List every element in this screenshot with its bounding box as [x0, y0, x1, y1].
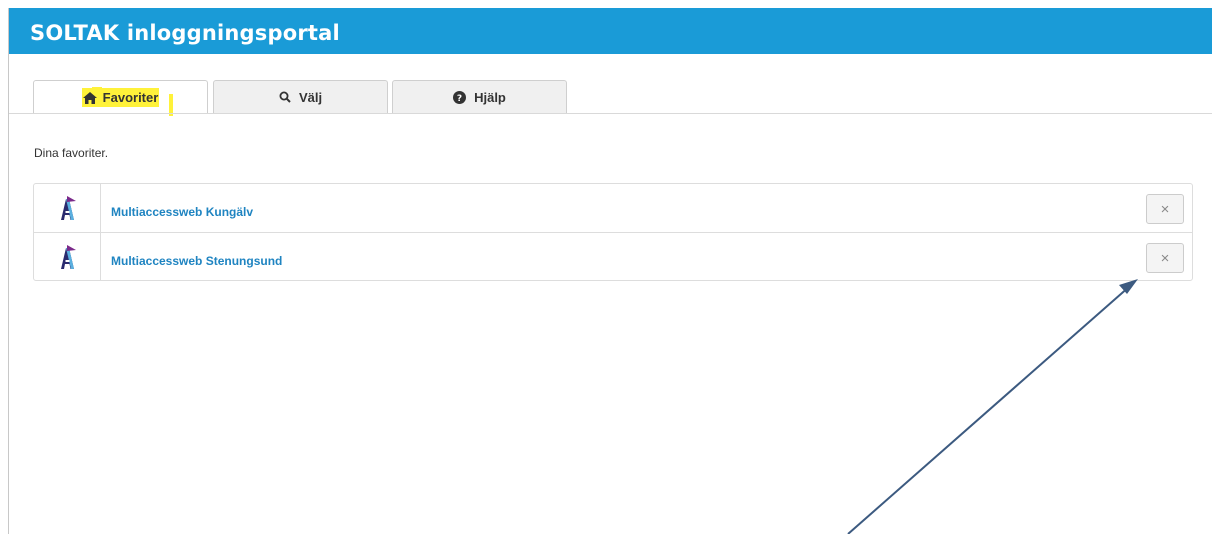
annotation-arrow — [847, 279, 1138, 534]
